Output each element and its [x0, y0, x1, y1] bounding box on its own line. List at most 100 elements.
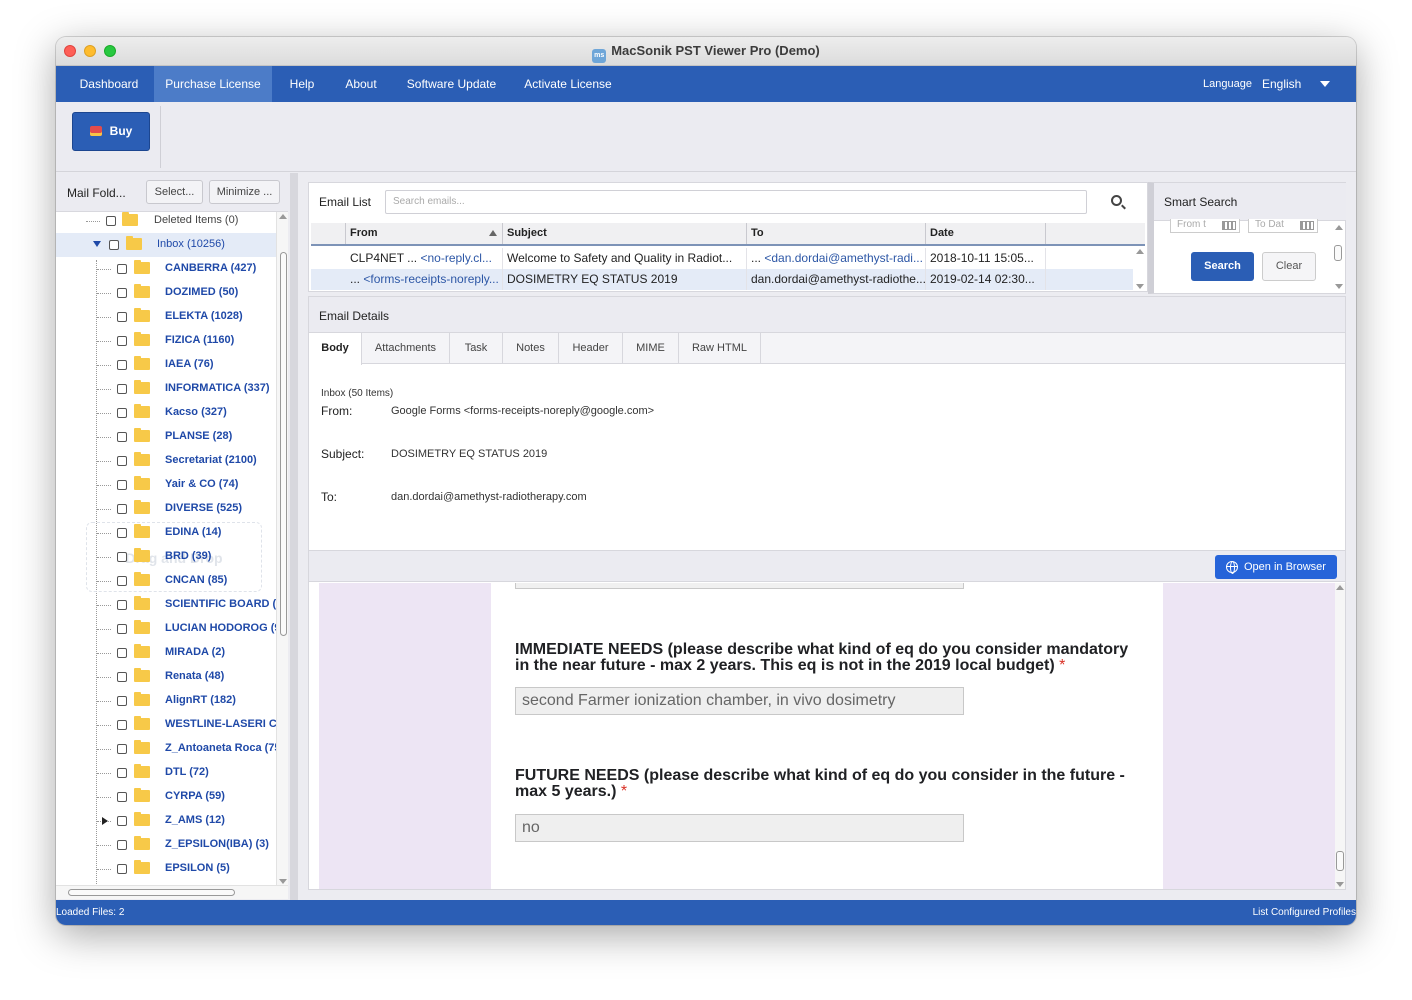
smart-search-button[interactable]: Search [1191, 252, 1254, 281]
body-scrollbar[interactable] [1335, 583, 1345, 889]
from-date-input[interactable]: From t [1170, 219, 1240, 233]
scroll-down-icon[interactable] [279, 879, 287, 884]
tree-item-folder[interactable]: CANBERRA (427) [56, 257, 276, 281]
chevron-down-icon[interactable] [1320, 81, 1330, 87]
column-header-date[interactable]: Date [926, 223, 1046, 244]
checkbox[interactable] [117, 552, 127, 562]
tab-attachments[interactable]: Attachments [362, 333, 450, 364]
tree-item-folder[interactable]: WESTLINE-LASERI CYF [56, 713, 288, 737]
list-configured-profiles-link[interactable]: List Configured Profiles [1253, 900, 1356, 925]
checkbox[interactable] [117, 768, 127, 778]
sort-ascending-icon[interactable] [489, 230, 497, 236]
email-row-selected[interactable]: ... <forms-receipts-noreply... DOSIMETRY… [311, 269, 1133, 290]
tree-item-folder[interactable]: SCIENTIFIC BOARD (23 [56, 593, 288, 617]
minimize-button[interactable]: Minimize ... [209, 180, 280, 204]
column-header-to[interactable]: To [747, 223, 926, 244]
calendar-icon[interactable] [1222, 221, 1236, 230]
checkbox[interactable] [117, 600, 127, 610]
tree-item-folder[interactable]: CNCAN (85) [56, 569, 276, 593]
checkbox[interactable] [117, 456, 127, 466]
checkbox[interactable] [109, 240, 119, 250]
checkbox[interactable] [117, 480, 127, 490]
tab-task[interactable]: Task [450, 333, 503, 364]
checkbox[interactable] [117, 408, 127, 418]
checkbox[interactable] [117, 432, 127, 442]
tree-item-deleted-items[interactable]: Deleted Items (0) [56, 212, 276, 233]
tree-vertical-scrollbar[interactable] [276, 212, 288, 885]
menu-dashboard[interactable]: Dashboard [66, 66, 152, 102]
scroll-up-icon[interactable] [279, 214, 287, 219]
menu-help[interactable]: Help [278, 66, 326, 102]
search-emails-input[interactable]: Search emails... [385, 190, 1087, 214]
checkbox[interactable] [117, 744, 127, 754]
scrollbar-thumb[interactable] [68, 889, 235, 896]
select-button[interactable]: Select... [146, 180, 203, 204]
tree-item-folder[interactable]: CYRPA (59) [56, 785, 276, 809]
checkbox[interactable] [117, 696, 127, 706]
checkbox[interactable] [117, 648, 127, 658]
calendar-icon[interactable] [1300, 221, 1314, 230]
checkbox[interactable] [117, 624, 127, 634]
scroll-up-icon[interactable] [1136, 249, 1144, 254]
menu-about[interactable]: About [336, 66, 386, 102]
tab-mime[interactable]: MIME [623, 333, 679, 364]
menu-software-update[interactable]: Software Update [400, 66, 503, 102]
scrollbar-thumb[interactable] [1336, 851, 1344, 871]
column-header-subject[interactable]: Subject [503, 223, 747, 244]
column-header-flag[interactable] [311, 223, 346, 244]
tree-item-folder[interactable]: Secretariat (2100) [56, 449, 276, 473]
tree-item-folder[interactable]: Z_AMS (12) [56, 809, 276, 833]
menu-purchase-license[interactable]: Purchase License [154, 66, 272, 102]
tree-item-folder[interactable]: DTL (72) [56, 761, 276, 785]
checkbox[interactable] [117, 792, 127, 802]
collapse-icon[interactable] [93, 241, 101, 247]
open-in-browser-button[interactable]: Open in Browser [1215, 555, 1337, 579]
checkbox[interactable] [117, 528, 127, 538]
checkbox[interactable] [117, 816, 127, 826]
tree-item-folder[interactable]: MIRADA (2) [56, 641, 276, 665]
tree-item-folder[interactable]: EDINA (14) [56, 521, 276, 545]
checkbox[interactable] [117, 384, 127, 394]
scroll-up-icon[interactable] [1335, 225, 1343, 230]
tree-item-folder[interactable]: AlignRT (182) [56, 689, 276, 713]
checkbox[interactable] [117, 336, 127, 346]
checkbox[interactable] [117, 864, 127, 874]
checkbox[interactable] [117, 360, 127, 370]
checkbox[interactable] [117, 720, 127, 730]
tree-item-inbox[interactable]: Inbox (10256) [56, 233, 277, 257]
search-icon[interactable] [1111, 195, 1122, 206]
to-date-input[interactable]: To Dat [1248, 219, 1318, 233]
checkbox[interactable] [117, 840, 127, 850]
tree-item-folder[interactable]: DIVERSE (525) [56, 497, 276, 521]
expand-icon[interactable] [102, 817, 108, 825]
tree-item-folder[interactable]: Kacso (327) [56, 401, 276, 425]
tree-item-folder[interactable]: Z_EPSILON(IBA) (3) [56, 833, 276, 857]
tree-item-folder[interactable]: INFORMATICA (337) [56, 377, 276, 401]
tab-notes[interactable]: Notes [503, 333, 559, 364]
tab-raw-html[interactable]: Raw HTML [679, 333, 761, 364]
tree-item-folder[interactable]: Renata (48) [56, 665, 276, 689]
tree-item-folder[interactable]: ELEKTA (1028) [56, 305, 276, 329]
scrollbar-thumb[interactable] [1334, 245, 1342, 261]
checkbox[interactable] [117, 312, 127, 322]
tree-item-folder[interactable]: DOZIMED (50) [56, 281, 276, 305]
checkbox[interactable] [117, 504, 127, 514]
tree-item-folder[interactable]: IAEA (76) [56, 353, 276, 377]
scroll-down-icon[interactable] [1335, 284, 1343, 289]
tree-item-folder[interactable]: Yair & CO (74) [56, 473, 276, 497]
tree-item-folder[interactable]: EPSILON (5) [56, 857, 276, 881]
checkbox[interactable] [117, 288, 127, 298]
checkbox[interactable] [117, 264, 127, 274]
clear-button[interactable]: Clear [1262, 252, 1316, 281]
email-list-scrollbar[interactable] [1135, 247, 1145, 291]
tab-header[interactable]: Header [559, 333, 623, 364]
tree-item-folder[interactable]: BRD (39) [56, 545, 276, 569]
tree-horizontal-scrollbar[interactable] [56, 885, 288, 899]
checkbox[interactable] [117, 672, 127, 682]
scroll-down-icon[interactable] [1136, 284, 1144, 289]
panel-splitter[interactable] [290, 173, 298, 900]
email-row[interactable]: CLP4NET ... <no-reply.cl... Welcome to S… [311, 248, 1133, 269]
menu-activate-license[interactable]: Activate License [518, 66, 618, 102]
scrollbar-thumb[interactable] [280, 252, 287, 636]
tree-item-folder[interactable]: PLANSE (28) [56, 425, 276, 449]
